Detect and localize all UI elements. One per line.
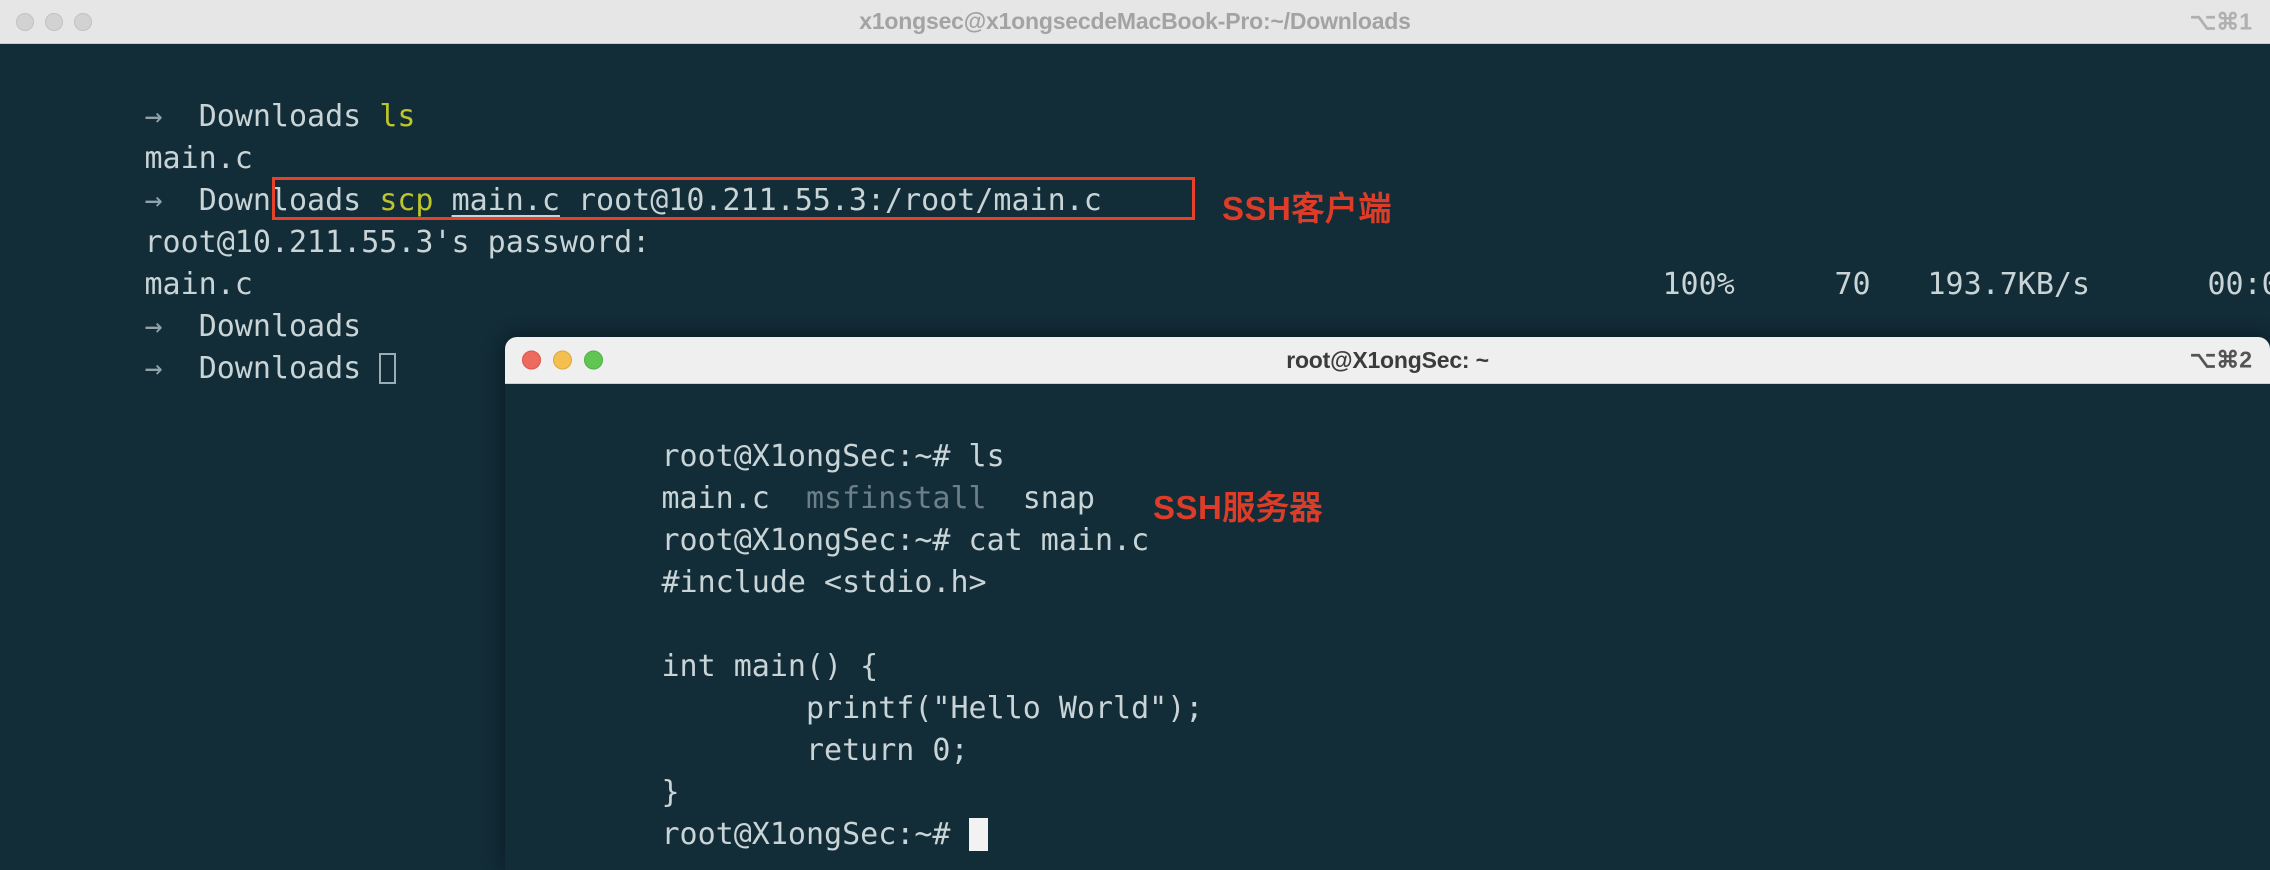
scp-destination: root@10.211.55.3:/root/main.c: [578, 183, 1102, 218]
desktop-screen: x1ongsec@x1ongsecdeMacBook-Pro:~/Downloa…: [0, 0, 2270, 870]
zoom-button[interactable]: [584, 350, 603, 370]
annotation-ssh-client: SSH客户端: [1222, 190, 1392, 227]
code-include: #include <stdio.h>: [661, 565, 987, 600]
transfer-eta: 00:00: [2207, 267, 2270, 302]
terminal-line: root@X1ongSec:~#: [517, 772, 988, 870]
close-button[interactable]: [16, 12, 34, 31]
window-title-client: x1ongsec@x1ongsecdeMacBook-Pro:~/Downloa…: [859, 8, 1411, 34]
terminal-window-server[interactable]: root@X1ongSec: ~ ⌥⌘2 root@X1ongSec:~# ls…: [505, 337, 2270, 870]
traffic-lights-server: [522, 350, 603, 370]
shell-prompt: root@X1ongSec:~#: [661, 817, 951, 852]
command-cat: cat main.c: [968, 523, 1150, 558]
titlebar-server[interactable]: root@X1ongSec: ~ ⌥⌘2: [505, 337, 2270, 384]
titlebar-client[interactable]: x1ongsec@x1ongsecdeMacBook-Pro:~/Downloa…: [0, 0, 2270, 44]
command-ls: ls: [379, 99, 416, 134]
transfer-speed: 193.7KB/s: [1927, 267, 2091, 302]
text-cursor-inactive: [379, 353, 397, 384]
traffic-lights-client: [16, 12, 92, 31]
minimize-button[interactable]: [45, 12, 63, 31]
window-shortcut-client: ⌥⌘1: [2189, 8, 2252, 34]
prompt-dir: Downloads: [198, 351, 362, 386]
close-button[interactable]: [522, 350, 541, 370]
text-cursor-active: [968, 818, 988, 851]
window-title-server: root@X1ongSec: ~: [1286, 346, 1489, 373]
minimize-button[interactable]: [553, 350, 572, 370]
prompt-arrow-icon: →: [144, 351, 163, 386]
zoom-button[interactable]: [74, 12, 92, 31]
window-shortcut-server: ⌥⌘2: [2189, 346, 2252, 373]
code-return: return 0;: [661, 733, 969, 768]
annotation-ssh-server: SSH服务器: [1153, 489, 1323, 526]
terminal-line: → Downloads: [0, 306, 397, 432]
terminal-body-server[interactable]: root@X1ongSec:~# ls main.c msfinstall sn…: [505, 384, 2270, 870]
